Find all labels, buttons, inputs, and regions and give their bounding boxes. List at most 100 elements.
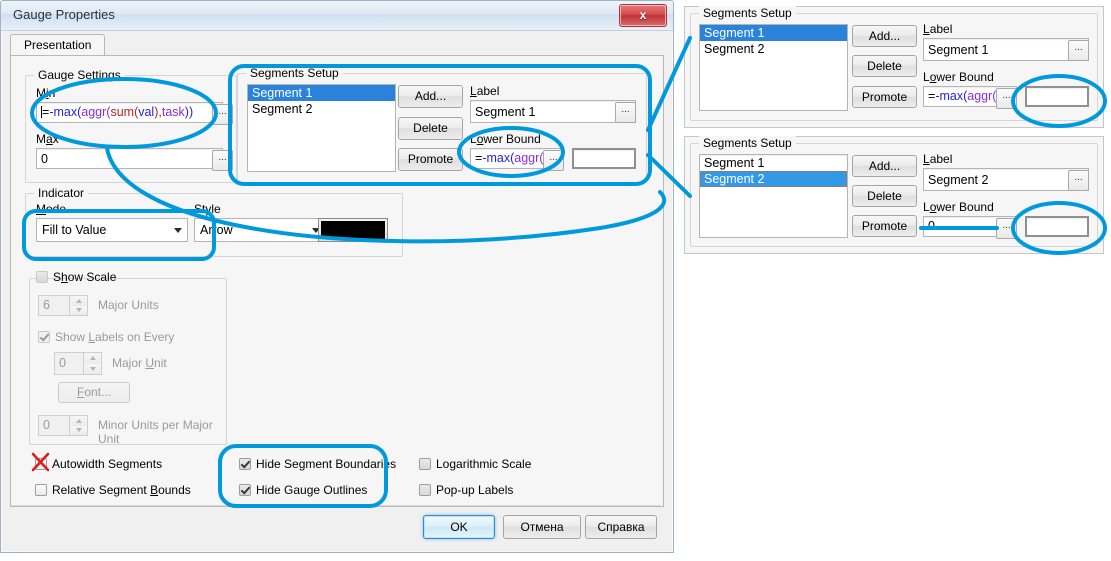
- list-item[interactable]: Segment 1: [700, 155, 847, 171]
- major-unit-value: 0: [59, 356, 66, 370]
- promote-button-1[interactable]: Promote: [852, 86, 917, 108]
- label-browse-button-2[interactable]: ...: [1068, 170, 1089, 191]
- max-label: Max: [36, 132, 59, 146]
- font-button[interactable]: Font...: [58, 382, 130, 403]
- major-units-value: 6: [43, 298, 50, 312]
- gauge-properties-dialog: Gauge Properties x Presentation Gauge Se…: [0, 0, 674, 553]
- cancel-button[interactable]: Отмена: [503, 515, 581, 539]
- segments-setup-panel-2: Segments Setup Segment 1 Segment 2 Add..…: [684, 136, 1104, 254]
- delete-button-1[interactable]: Delete: [852, 55, 917, 77]
- logarithmic-scale-label: Logarithmic Scale: [436, 457, 532, 471]
- segments-listbox-1[interactable]: Segment 1 Segment 2: [699, 24, 848, 111]
- lower-bound-browse-button-1[interactable]: ...: [996, 88, 1017, 109]
- delete-button-2[interactable]: Delete: [852, 185, 917, 207]
- lower-bound-input-value-1: =-max(aggr(s: [928, 89, 1003, 103]
- label-browse-button[interactable]: ...: [615, 102, 636, 123]
- footer-divider: [11, 505, 661, 506]
- label-input-1[interactable]: Segment 1: [923, 38, 1089, 61]
- style-label: Style: [194, 202, 221, 216]
- major-units-label: Major Units: [98, 298, 159, 312]
- hide-segment-boundaries-label: Hide Segment Boundaries: [256, 457, 397, 471]
- list-item[interactable]: Segment 1: [248, 85, 395, 101]
- checkbox-box: [419, 458, 431, 470]
- style-combobox[interactable]: Arrow: [194, 218, 326, 242]
- tab-strip: Presentation: [10, 34, 664, 59]
- checkbox-box: [35, 484, 47, 496]
- close-button[interactable]: x: [619, 4, 667, 27]
- add-button-2[interactable]: Add...: [852, 155, 917, 177]
- major-units-stepper[interactable]: 6: [38, 295, 88, 316]
- lower-bound-extra-input-2[interactable]: [1025, 216, 1089, 237]
- label-caption-2: Label: [923, 152, 953, 166]
- checkbox-box: [35, 458, 47, 470]
- lower-bound-browse-button[interactable]: ...: [543, 150, 564, 171]
- checkbox-box: [38, 331, 50, 343]
- max-input[interactable]: 0: [36, 148, 223, 169]
- mode-combobox[interactable]: Fill to Value: [36, 218, 188, 242]
- label-input[interactable]: Segment 1: [470, 100, 636, 123]
- help-button[interactable]: Справка: [585, 515, 657, 539]
- lower-bound-browse-button-2[interactable]: ...: [996, 218, 1017, 239]
- list-item[interactable]: Segment 2: [700, 171, 847, 187]
- list-item[interactable]: Segment 2: [248, 101, 395, 117]
- add-button[interactable]: Add...: [398, 85, 463, 108]
- lower-bound-input-value: =-max(aggr(s: [475, 151, 550, 165]
- relative-segment-bounds-label: Relative Segment Bounds: [52, 483, 191, 497]
- label-input-value-2: Segment 2: [928, 173, 989, 187]
- label-caption-1: Label: [923, 22, 953, 36]
- popup-labels-label: Pop-up Labels: [436, 483, 514, 497]
- gauge-settings-group: Gauge Settings Min =-max(aggr(sum(val),t…: [25, 68, 237, 183]
- lower-bound-extra-input-1[interactable]: [1025, 86, 1089, 107]
- ok-button[interactable]: OK: [423, 515, 495, 539]
- min-browse-button[interactable]: ...: [212, 104, 233, 125]
- show-scale-label: Show Scale: [53, 270, 117, 284]
- mode-combobox-value: Fill to Value: [42, 223, 107, 237]
- list-item[interactable]: Segment 1: [700, 25, 847, 41]
- hide-gauge-outlines-label: Hide Gauge Outlines: [256, 483, 368, 497]
- lower-bound-input-value-2: 0: [928, 219, 935, 233]
- help-button-label: Справка: [597, 520, 645, 534]
- major-unit-stepper[interactable]: 0: [54, 352, 102, 375]
- list-item[interactable]: Segment 2: [700, 41, 847, 57]
- label-input-value-1: Segment 1: [928, 43, 989, 57]
- tab-presentation-label: Presentation: [24, 38, 92, 52]
- min-label: Min: [36, 86, 56, 100]
- segments-setup-label: Segments Setup: [246, 66, 343, 80]
- gauge-settings-label: Gauge Settings: [34, 68, 125, 82]
- add-button-1[interactable]: Add...: [852, 25, 917, 47]
- label-caption: Label: [470, 84, 500, 98]
- segments-setup-label-1: Segments Setup: [699, 6, 796, 20]
- max-input-value: 0: [41, 152, 48, 166]
- segments-setup-group: Segments Setup Segment 1 Segment 2 Add..…: [237, 66, 647, 183]
- checkbox-box: [36, 271, 48, 283]
- minor-units-stepper[interactable]: 0: [38, 415, 88, 436]
- min-input[interactable]: =-max(aggr(sum(val),task)): [36, 102, 223, 123]
- checkbox-box: [239, 458, 251, 470]
- promote-button-2[interactable]: Promote: [852, 215, 917, 237]
- label-input-2[interactable]: Segment 2: [923, 168, 1089, 191]
- delete-button[interactable]: Delete: [398, 117, 463, 140]
- lower-bound-extra-input[interactable]: [572, 148, 636, 169]
- title-bar: Gauge Properties x: [1, 1, 673, 31]
- segments-setup-label-2: Segments Setup: [699, 136, 796, 150]
- mode-label: Mode: [36, 202, 67, 216]
- segments-listbox-2[interactable]: Segment 1 Segment 2: [699, 154, 848, 238]
- chevron-down-icon: [174, 228, 182, 233]
- ok-button-label: OK: [450, 520, 468, 534]
- segments-listbox[interactable]: Segment 1 Segment 2: [247, 84, 396, 172]
- major-unit-label: Major Unit: [112, 356, 167, 370]
- label-browse-button-1[interactable]: ...: [1068, 40, 1089, 61]
- cancel-button-label: Отмена: [520, 520, 564, 534]
- segments-setup-group-2: Segments Setup Segment 1 Segment 2 Add..…: [690, 136, 1098, 247]
- font-button-label: Font...: [76, 385, 112, 399]
- min-input-value: =-max(aggr(sum(val),task)): [41, 105, 194, 119]
- indicator-label: Indicator: [34, 186, 89, 200]
- lower-bound-caption-1: Lower Bound: [923, 70, 994, 84]
- indicator-color-swatch[interactable]: [318, 218, 388, 242]
- minor-units-value: 0: [43, 418, 50, 432]
- promote-button[interactable]: Promote: [398, 148, 463, 171]
- max-browse-button[interactable]: ...: [212, 150, 233, 171]
- indicator-group: Indicator Mode Fill to Value Style Arrow: [25, 186, 403, 257]
- segments-setup-group-1: Segments Setup Segment 1 Segment 2 Add..…: [690, 6, 1098, 121]
- show-scale-group: Show Scale 6 Major Units Show Labels on …: [29, 270, 227, 446]
